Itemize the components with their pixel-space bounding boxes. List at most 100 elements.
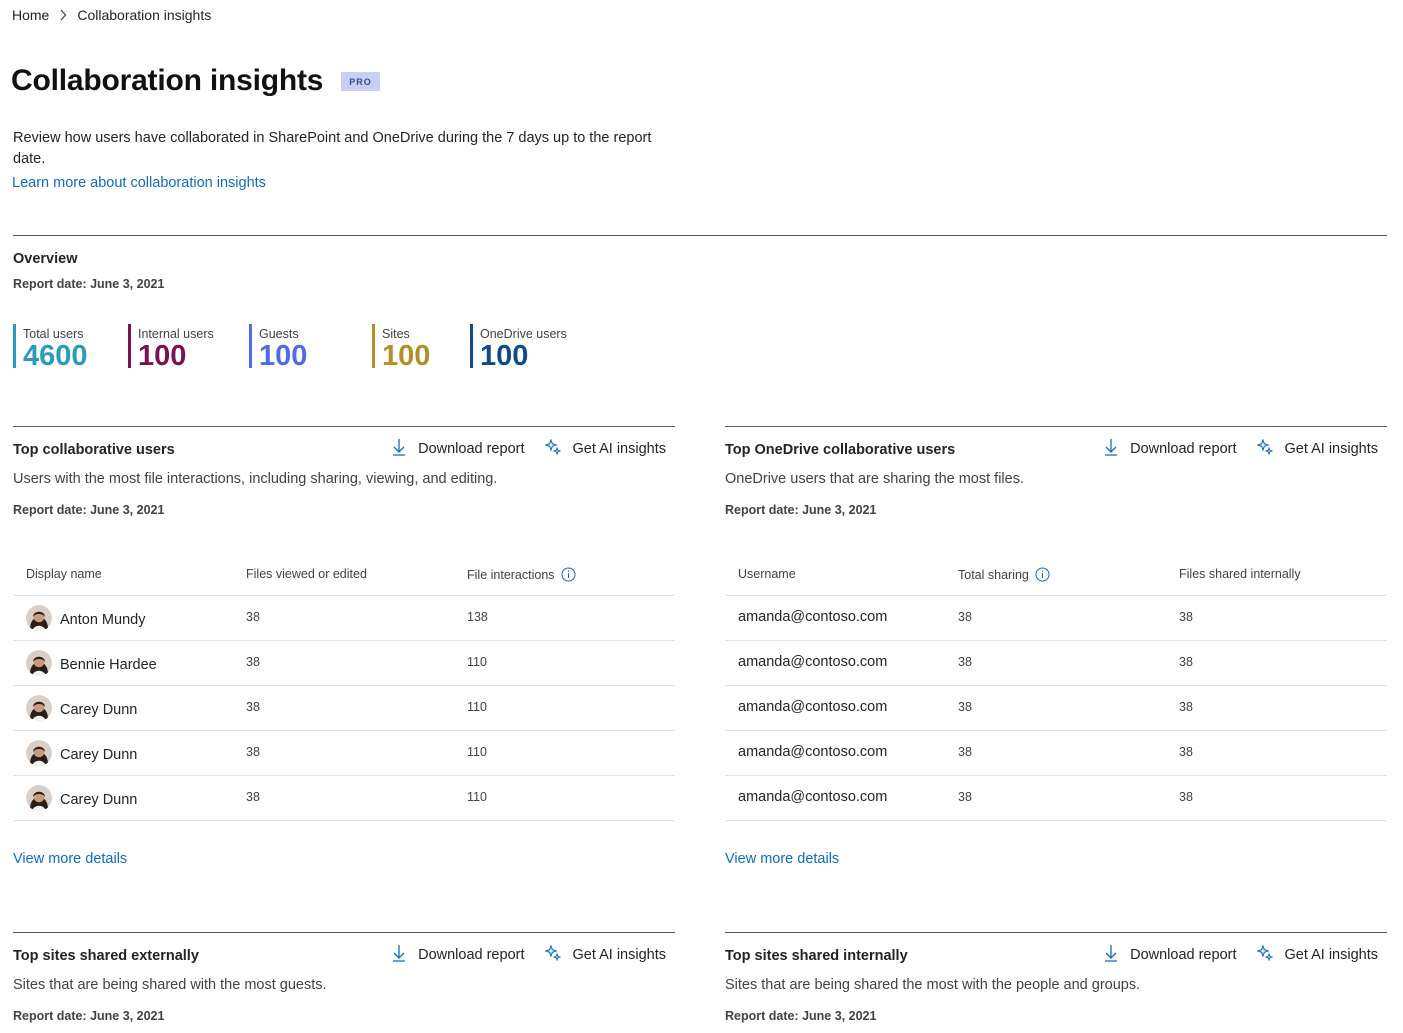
metric-label: Guests [259,327,299,341]
table-row[interactable]: Carey Dunn 38 110 [13,686,675,731]
column-header-label: File interactions [467,567,555,582]
section-divider [13,235,1387,236]
get-ai-insights-button[interactable]: Get AI insights [1255,944,1379,965]
get-ai-insights-label: Get AI insights [1284,947,1379,963]
sparkle-icon [1255,944,1285,965]
files-viewed-cell: 38 [246,610,260,624]
download-report-button[interactable]: Download report [1104,438,1237,460]
card-divider [725,426,1387,427]
table-row[interactable]: Carey Dunn 38 110 [13,776,675,821]
display-name-cell: Bennie Hardee [26,650,157,676]
pro-badge: PRO [341,71,380,91]
get-ai-insights-label: Get AI insights [572,947,667,963]
username-cell: amanda@contoso.com [738,699,888,715]
metric-guests: Guests 100 [249,324,308,372]
table-row[interactable]: amanda@contoso.com 38 38 [725,641,1387,686]
column-header[interactable]: Files viewed or edited [246,567,367,581]
column-header-label: Total sharing [958,567,1029,582]
metric-value: 100 [138,340,187,372]
column-header[interactable]: Files shared internally [1179,567,1301,581]
card-actions: Download report Get AI insights [372,944,666,966]
file-interactions-cell: 110 [467,700,487,714]
card-actions: Download report Get AI insights [372,438,666,460]
card-actions: Download report Get AI insights [1084,944,1378,966]
card-title: Top collaborative users [13,442,175,458]
table-row[interactable]: amanda@contoso.com 38 38 [725,596,1387,641]
avatar [26,650,52,676]
card-divider [725,932,1387,933]
table-row[interactable]: amanda@contoso.com 38 38 [725,776,1387,821]
metric-sites: Sites 100 [372,324,431,372]
get-ai-insights-label: Get AI insights [1284,441,1379,457]
display-name: Carey Dunn [60,702,138,718]
download-report-button[interactable]: Download report [392,944,525,966]
file-interactions-cell: 110 [467,790,487,804]
display-name-cell: Carey Dunn [26,695,138,721]
card-title: Top sites shared externally [13,948,199,964]
card-divider [13,426,675,427]
column-header[interactable]: Username [738,567,796,581]
table-row[interactable]: Bennie Hardee 38 110 [13,641,675,686]
files-viewed-cell: 38 [246,745,260,759]
total-sharing-cell: 38 [958,745,972,759]
card-top-collaborative-users: Top collaborative users Download report … [13,426,675,886]
column-header[interactable]: Display name [26,567,102,581]
column-header-file-interactions[interactable]: File interactions [467,567,576,582]
get-ai-insights-label: Get AI insights [572,441,667,457]
metric-color-bar [249,324,252,368]
total-sharing-cell: 38 [958,790,972,804]
metric-value: 100 [480,340,529,372]
breadcrumb: Home Collaboration insights [12,7,211,23]
file-interactions-cell: 138 [467,610,488,624]
metric-value: 100 [382,340,431,372]
download-report-button[interactable]: Download report [392,438,525,460]
display-name-cell: Anton Mundy [26,605,146,631]
column-header-total-sharing[interactable]: Total sharing [958,567,1050,582]
learn-more-link[interactable]: Learn more about collaboration insights [12,175,266,191]
metric-color-bar [470,324,473,368]
view-more-details-link[interactable]: View more details [13,851,127,867]
files-viewed-cell: 38 [246,700,260,714]
metric-value: 100 [259,340,308,372]
card-divider [13,932,675,933]
download-report-button[interactable]: Download report [1104,944,1237,966]
display-name-cell: Carey Dunn [26,740,138,766]
get-ai-insights-button[interactable]: Get AI insights [1255,438,1379,459]
info-icon[interactable] [561,567,576,582]
table-row[interactable]: amanda@contoso.com 38 38 [725,731,1387,776]
metric-value: 4600 [23,340,88,372]
table-row[interactable]: amanda@contoso.com 38 38 [725,686,1387,731]
files-shared-internally-cell: 38 [1179,790,1193,804]
display-name: Bennie Hardee [60,657,157,673]
download-report-label: Download report [1130,441,1237,457]
info-icon[interactable] [1035,567,1050,582]
metric-label: Internal users [138,327,214,341]
breadcrumb-home-link[interactable]: Home [12,7,49,23]
table-row[interactable]: Carey Dunn 38 110 [13,731,675,776]
card-top-sites-shared-externally: Top sites shared externally Download rep… [13,932,675,1032]
file-interactions-cell: 110 [467,745,487,759]
view-more-details-link[interactable]: View more details [725,851,839,867]
download-report-label: Download report [418,441,525,457]
page-title: Collaboration insights [11,64,324,97]
display-name-cell: Carey Dunn [26,785,137,811]
username-cell: amanda@contoso.com [738,789,888,805]
files-shared-internally-cell: 38 [1179,610,1193,624]
card-title: Top OneDrive collaborative users [725,442,956,458]
download-report-label: Download report [1130,947,1237,963]
display-name: Carey Dunn [60,747,138,763]
username-cell: amanda@contoso.com [738,609,888,625]
breadcrumb-current: Collaboration insights [77,7,212,23]
avatar [26,740,52,766]
metric-color-bar [13,324,16,368]
table-row[interactable]: Anton Mundy 38 138 [13,596,675,641]
files-viewed-cell: 38 [246,790,260,804]
metric-color-bar [128,324,131,368]
total-sharing-cell: 38 [958,655,972,669]
get-ai-insights-button[interactable]: Get AI insights [543,944,667,965]
files-shared-internally-cell: 38 [1179,655,1193,669]
metric-color-bar [372,324,375,368]
get-ai-insights-button[interactable]: Get AI insights [543,438,667,459]
chevron-right-icon [59,9,67,21]
display-name: Anton Mundy [60,612,146,628]
